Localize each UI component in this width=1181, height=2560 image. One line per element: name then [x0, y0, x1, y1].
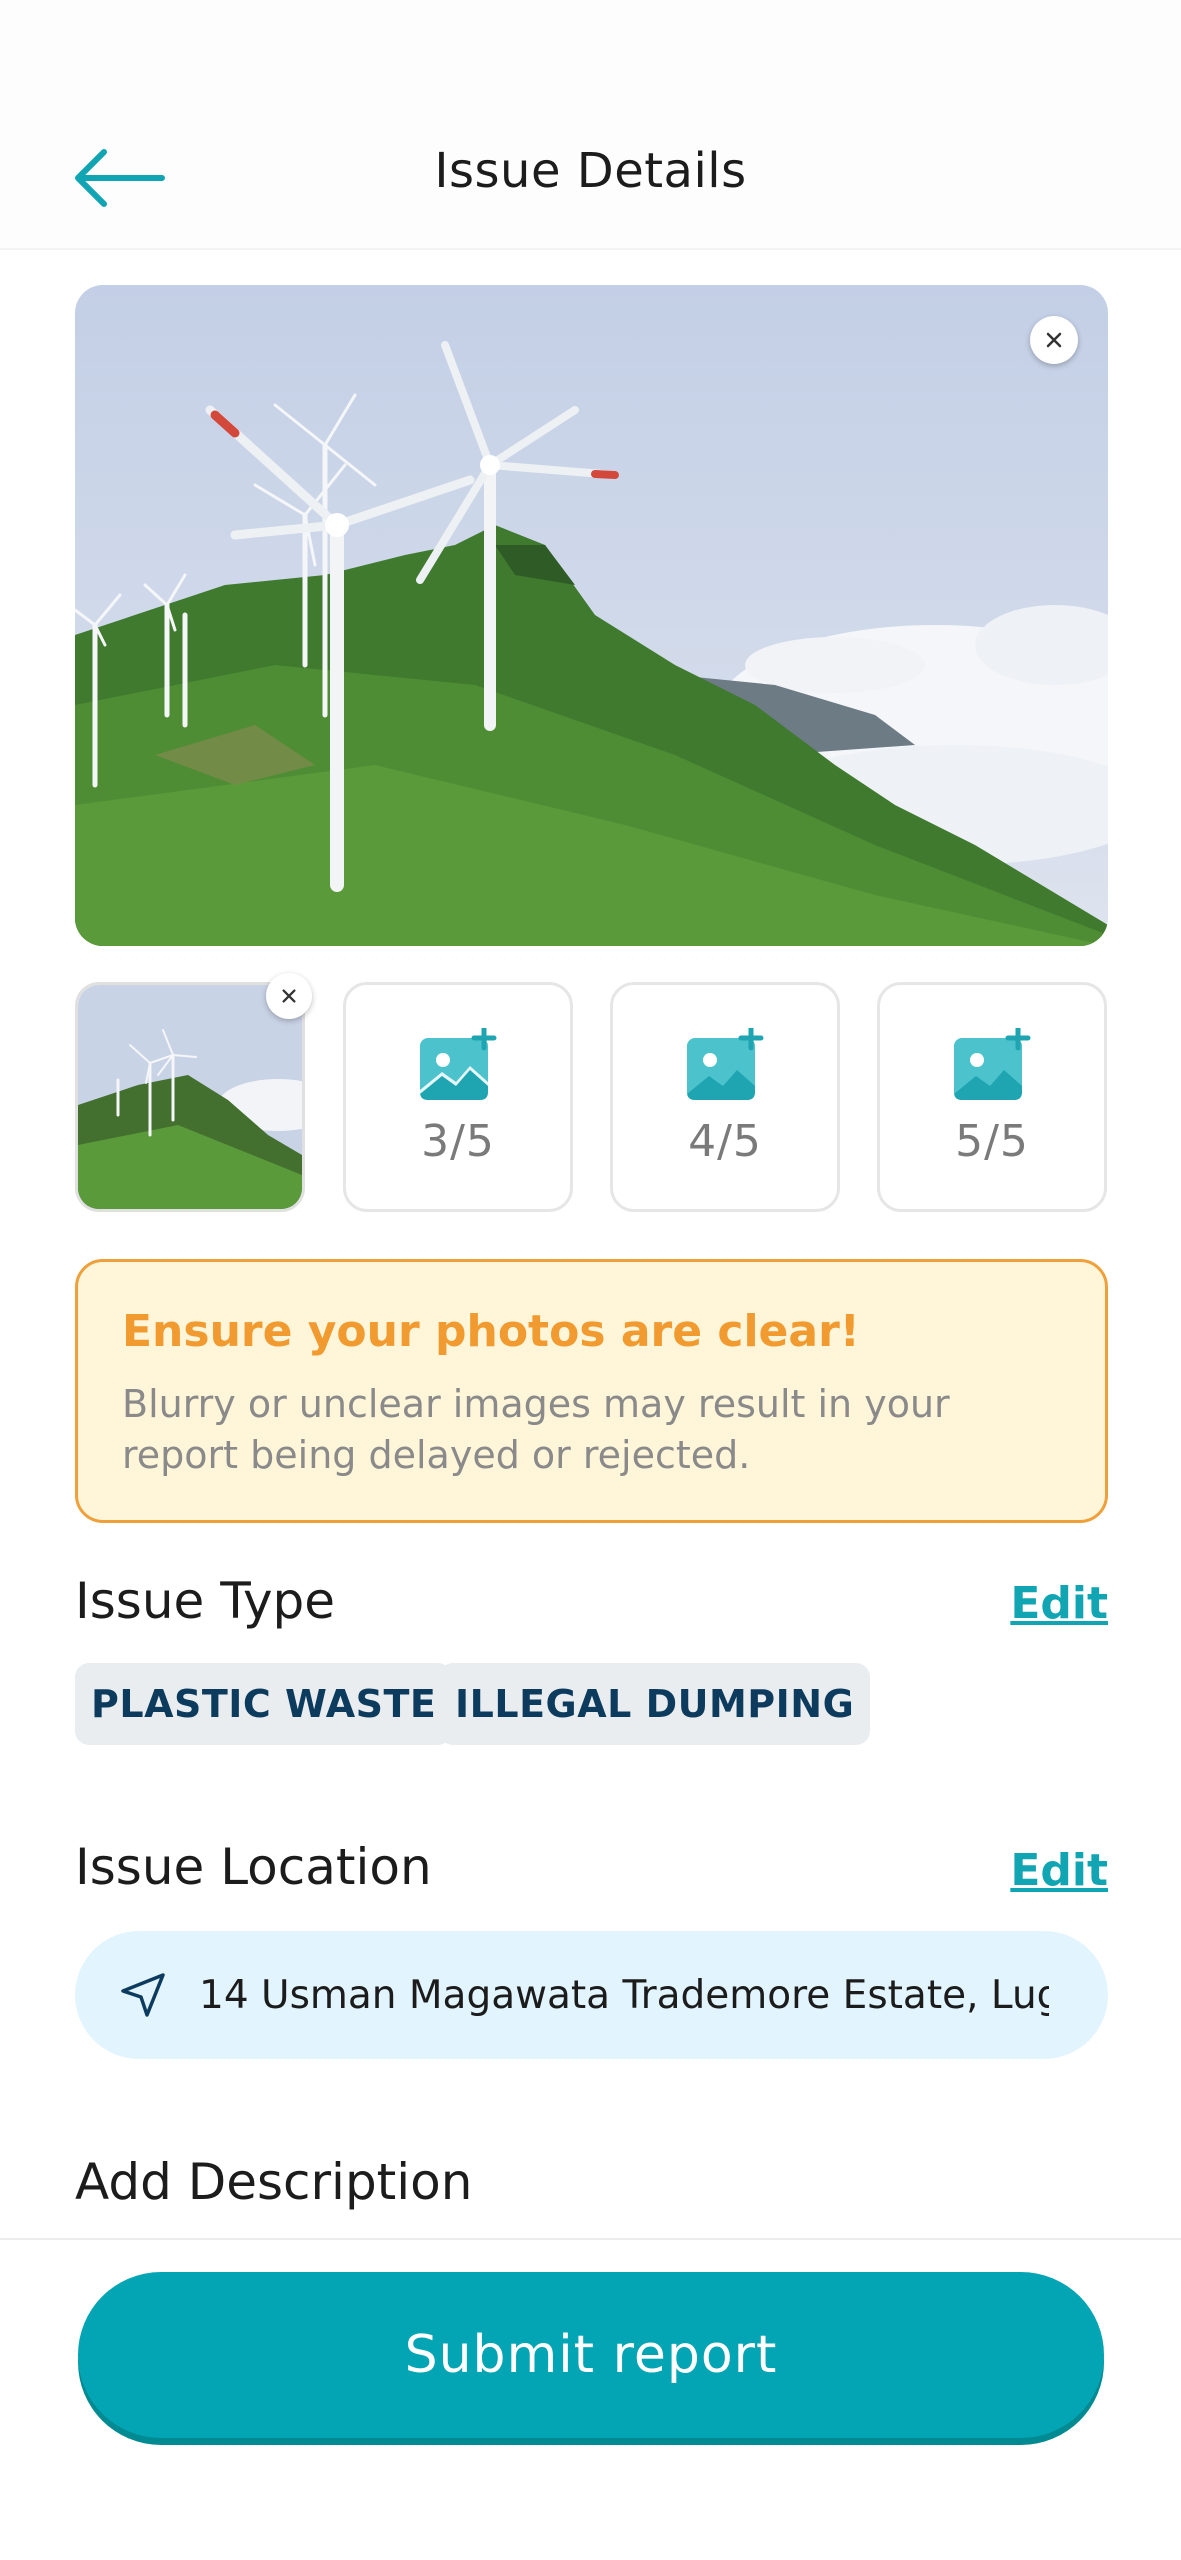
main-photo[interactable]	[75, 285, 1108, 946]
add-image-icon	[420, 1027, 497, 1100]
remove-main-photo-button[interactable]	[1030, 316, 1078, 364]
warning-title: Ensure your photos are clear!	[122, 1306, 860, 1357]
page-title: Issue Details	[434, 143, 747, 199]
remove-thumbnail-button[interactable]	[266, 973, 312, 1019]
warning-text: Blurry or unclear images may result in y…	[122, 1382, 950, 1477]
issue-type-title: Issue Type	[75, 1572, 336, 1630]
slot-count-label: 5/5	[955, 1115, 1029, 1167]
submit-report-button[interactable]: Submit report	[78, 2272, 1104, 2438]
issue-tag-illegal-dumping: ILLEGAL DUMPING	[439, 1663, 871, 1745]
navigation-arrow-icon	[121, 1973, 165, 2017]
photo-thumbnail-1[interactable]	[75, 982, 305, 1212]
photo-quality-warning: Ensure your photos are clear! Blurry or …	[75, 1259, 1108, 1523]
add-photo-slot-5[interactable]: 5/5	[877, 982, 1107, 1212]
issue-location-title: Issue Location	[75, 1838, 432, 1896]
add-photo-slot-4[interactable]: 4/5	[610, 982, 840, 1212]
add-description-title: Add Description	[75, 2153, 473, 2211]
location-address: 14 Usman Magawata Trademore Estate, Lug.…	[199, 1972, 1049, 2018]
add-image-icon	[954, 1027, 1031, 1100]
slot-count-label: 3/5	[421, 1115, 495, 1167]
edit-issue-location-link[interactable]: Edit	[1010, 1845, 1108, 1896]
slot-count-label: 4/5	[688, 1115, 762, 1167]
close-icon	[282, 989, 296, 1003]
issue-tag-plastic-waste: PLASTIC WASTE	[75, 1663, 453, 1745]
add-image-icon	[687, 1027, 764, 1100]
add-photo-slot-3[interactable]: 3/5	[343, 982, 573, 1212]
header-bar: Issue Details	[0, 0, 1181, 250]
wind-turbine-image	[75, 285, 1108, 946]
location-field[interactable]: 14 Usman Magawata Trademore Estate, Lug.…	[75, 1931, 1108, 2059]
thumbnail-image	[78, 985, 302, 1209]
divider	[0, 2238, 1181, 2240]
edit-issue-type-link[interactable]: Edit	[1010, 1578, 1108, 1629]
close-icon	[1046, 332, 1062, 348]
